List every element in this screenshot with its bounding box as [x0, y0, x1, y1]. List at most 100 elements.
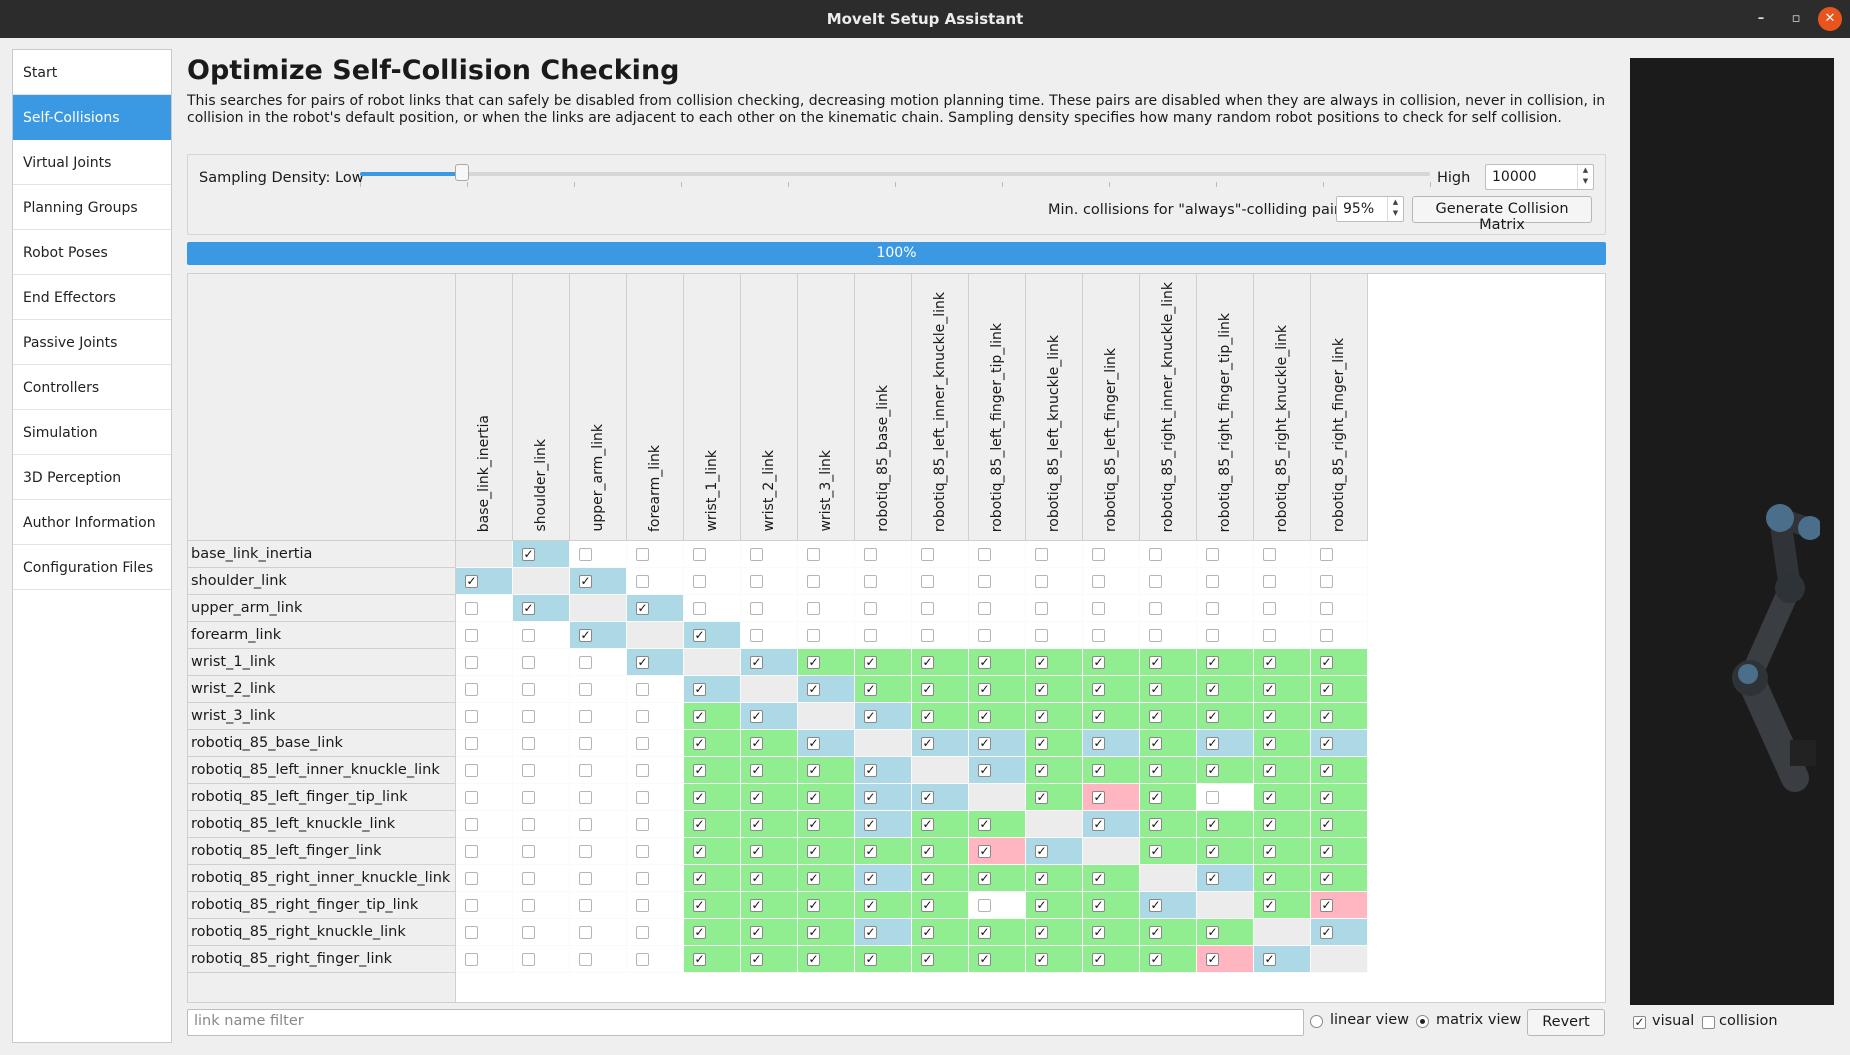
- matrix-cell[interactable]: ✓: [912, 946, 969, 973]
- matrix-cell[interactable]: ✓: [912, 811, 969, 838]
- matrix-cell[interactable]: [969, 541, 1026, 568]
- collision-disable-checkbox[interactable]: [579, 737, 592, 750]
- collision-disable-checkbox[interactable]: ✓: [750, 818, 763, 831]
- matrix-cell[interactable]: [684, 568, 741, 595]
- collision-disable-checkbox[interactable]: ✓: [978, 818, 991, 831]
- matrix-cell[interactable]: ✓: [1254, 649, 1311, 676]
- collision-disable-checkbox[interactable]: [1206, 629, 1219, 642]
- collision-disable-checkbox[interactable]: ✓: [978, 926, 991, 939]
- collision-disable-checkbox[interactable]: ✓: [1206, 683, 1219, 696]
- matrix-cell[interactable]: [969, 595, 1026, 622]
- matrix-cell[interactable]: ✓: [1197, 676, 1254, 703]
- collision-disable-checkbox[interactable]: [579, 683, 592, 696]
- collision-disable-checkbox[interactable]: [579, 791, 592, 804]
- matrix-cell[interactable]: ✓: [1311, 757, 1368, 784]
- matrix-cell[interactable]: [513, 892, 570, 919]
- matrix-cell[interactable]: ✓: [969, 703, 1026, 730]
- matrix-cell[interactable]: ✓: [798, 730, 855, 757]
- matrix-cell[interactable]: [513, 730, 570, 757]
- collision-disable-checkbox[interactable]: [978, 548, 991, 561]
- matrix-cell[interactable]: ✓: [1140, 730, 1197, 757]
- collision-disable-checkbox[interactable]: [807, 575, 820, 588]
- collision-disable-checkbox[interactable]: ✓: [1092, 899, 1105, 912]
- matrix-cell[interactable]: ✓: [1140, 811, 1197, 838]
- matrix-cell[interactable]: [627, 811, 684, 838]
- collision-disable-checkbox[interactable]: [1320, 548, 1333, 561]
- matrix-cell[interactable]: ✓: [1254, 811, 1311, 838]
- matrix-cell[interactable]: [1083, 541, 1140, 568]
- column-header[interactable]: robotiq_85_right_finger_link: [1311, 274, 1368, 541]
- collision-disable-checkbox[interactable]: ✓: [1263, 818, 1276, 831]
- matrix-cell[interactable]: [855, 622, 912, 649]
- matrix-cell[interactable]: [1026, 568, 1083, 595]
- matrix-cell[interactable]: ✓: [1083, 703, 1140, 730]
- collision-disable-checkbox[interactable]: ✓: [750, 656, 763, 669]
- matrix-cell[interactable]: ✓: [798, 919, 855, 946]
- collision-disable-checkbox[interactable]: [465, 710, 478, 723]
- matrix-cell[interactable]: ✓: [798, 946, 855, 973]
- matrix-cell[interactable]: ✓: [798, 784, 855, 811]
- column-header[interactable]: robotiq_85_right_knuckle_link: [1254, 274, 1311, 541]
- matrix-cell[interactable]: ✓: [912, 919, 969, 946]
- collision-disable-checkbox[interactable]: ✓: [579, 629, 592, 642]
- collision-disable-checkbox[interactable]: [522, 953, 535, 966]
- matrix-cell[interactable]: ✓: [741, 703, 798, 730]
- collision-disable-checkbox[interactable]: [636, 926, 649, 939]
- collision-disable-checkbox[interactable]: ✓: [693, 683, 706, 696]
- row-header[interactable]: forearm_link: [188, 622, 456, 649]
- linear-view-label[interactable]: linear view: [1330, 1012, 1409, 1028]
- collision-disable-checkbox[interactable]: ✓: [1035, 737, 1048, 750]
- matrix-cell[interactable]: [456, 622, 513, 649]
- matrix-cell[interactable]: [741, 568, 798, 595]
- matrix-cell[interactable]: [741, 595, 798, 622]
- matrix-cell[interactable]: [456, 703, 513, 730]
- collision-disable-checkbox[interactable]: ✓: [1320, 656, 1333, 669]
- collision-disable-checkbox[interactable]: ✓: [864, 683, 877, 696]
- matrix-cell[interactable]: ✓: [741, 757, 798, 784]
- collision-disable-checkbox[interactable]: [1092, 602, 1105, 615]
- row-header[interactable]: robotiq_85_left_inner_knuckle_link: [188, 757, 456, 784]
- matrix-cell[interactable]: ✓: [912, 676, 969, 703]
- matrix-cell[interactable]: ✓: [1197, 757, 1254, 784]
- matrix-cell[interactable]: [1083, 568, 1140, 595]
- matrix-cell[interactable]: ✓: [855, 892, 912, 919]
- collision-disable-checkbox[interactable]: ✓: [921, 872, 934, 885]
- matrix-cell[interactable]: ✓: [912, 649, 969, 676]
- row-header[interactable]: robotiq_85_left_finger_tip_link: [188, 784, 456, 811]
- collision-disable-checkbox[interactable]: ✓: [636, 656, 649, 669]
- collision-disable-checkbox[interactable]: ✓: [750, 953, 763, 966]
- collision-disable-checkbox[interactable]: [636, 764, 649, 777]
- collision-disable-checkbox[interactable]: ✓: [1206, 818, 1219, 831]
- matrix-cell[interactable]: [513, 757, 570, 784]
- collision-disable-checkbox[interactable]: ✓: [1263, 764, 1276, 777]
- collision-disable-checkbox[interactable]: ✓: [1035, 926, 1048, 939]
- matrix-cell[interactable]: ✓: [684, 946, 741, 973]
- collision-disable-checkbox[interactable]: ✓: [807, 791, 820, 804]
- matrix-cell[interactable]: ✓: [684, 811, 741, 838]
- matrix-cell[interactable]: ✓: [912, 730, 969, 757]
- matrix-cell[interactable]: [456, 919, 513, 946]
- collision-disable-checkbox[interactable]: ✓: [1263, 791, 1276, 804]
- matrix-cell[interactable]: [570, 784, 627, 811]
- collision-disable-checkbox[interactable]: [465, 656, 478, 669]
- collision-disable-checkbox[interactable]: [579, 899, 592, 912]
- matrix-cell[interactable]: ✓: [684, 865, 741, 892]
- sidebar-item-self-collisions[interactable]: Self-Collisions: [13, 95, 171, 140]
- matrix-cell[interactable]: [798, 595, 855, 622]
- collision-disable-checkbox[interactable]: ✓: [1149, 683, 1162, 696]
- matrix-cell[interactable]: [969, 622, 1026, 649]
- revert-button[interactable]: Revert: [1527, 1009, 1605, 1036]
- collision-disable-checkbox[interactable]: ✓: [807, 899, 820, 912]
- collision-disable-checkbox[interactable]: [522, 710, 535, 723]
- collision-disable-checkbox[interactable]: ✓: [921, 737, 934, 750]
- collision-disable-checkbox[interactable]: ✓: [807, 818, 820, 831]
- matrix-cell[interactable]: [1197, 622, 1254, 649]
- sidebar-item-robot-poses[interactable]: Robot Poses: [13, 230, 171, 275]
- collision-disable-checkbox[interactable]: [636, 710, 649, 723]
- collision-disable-checkbox[interactable]: ✓: [1206, 764, 1219, 777]
- collision-checkbox[interactable]: [1702, 1016, 1715, 1029]
- matrix-cell[interactable]: ✓: [912, 838, 969, 865]
- collision-disable-checkbox[interactable]: ✓: [693, 764, 706, 777]
- matrix-cell[interactable]: ✓: [627, 649, 684, 676]
- collision-disable-checkbox[interactable]: [1206, 548, 1219, 561]
